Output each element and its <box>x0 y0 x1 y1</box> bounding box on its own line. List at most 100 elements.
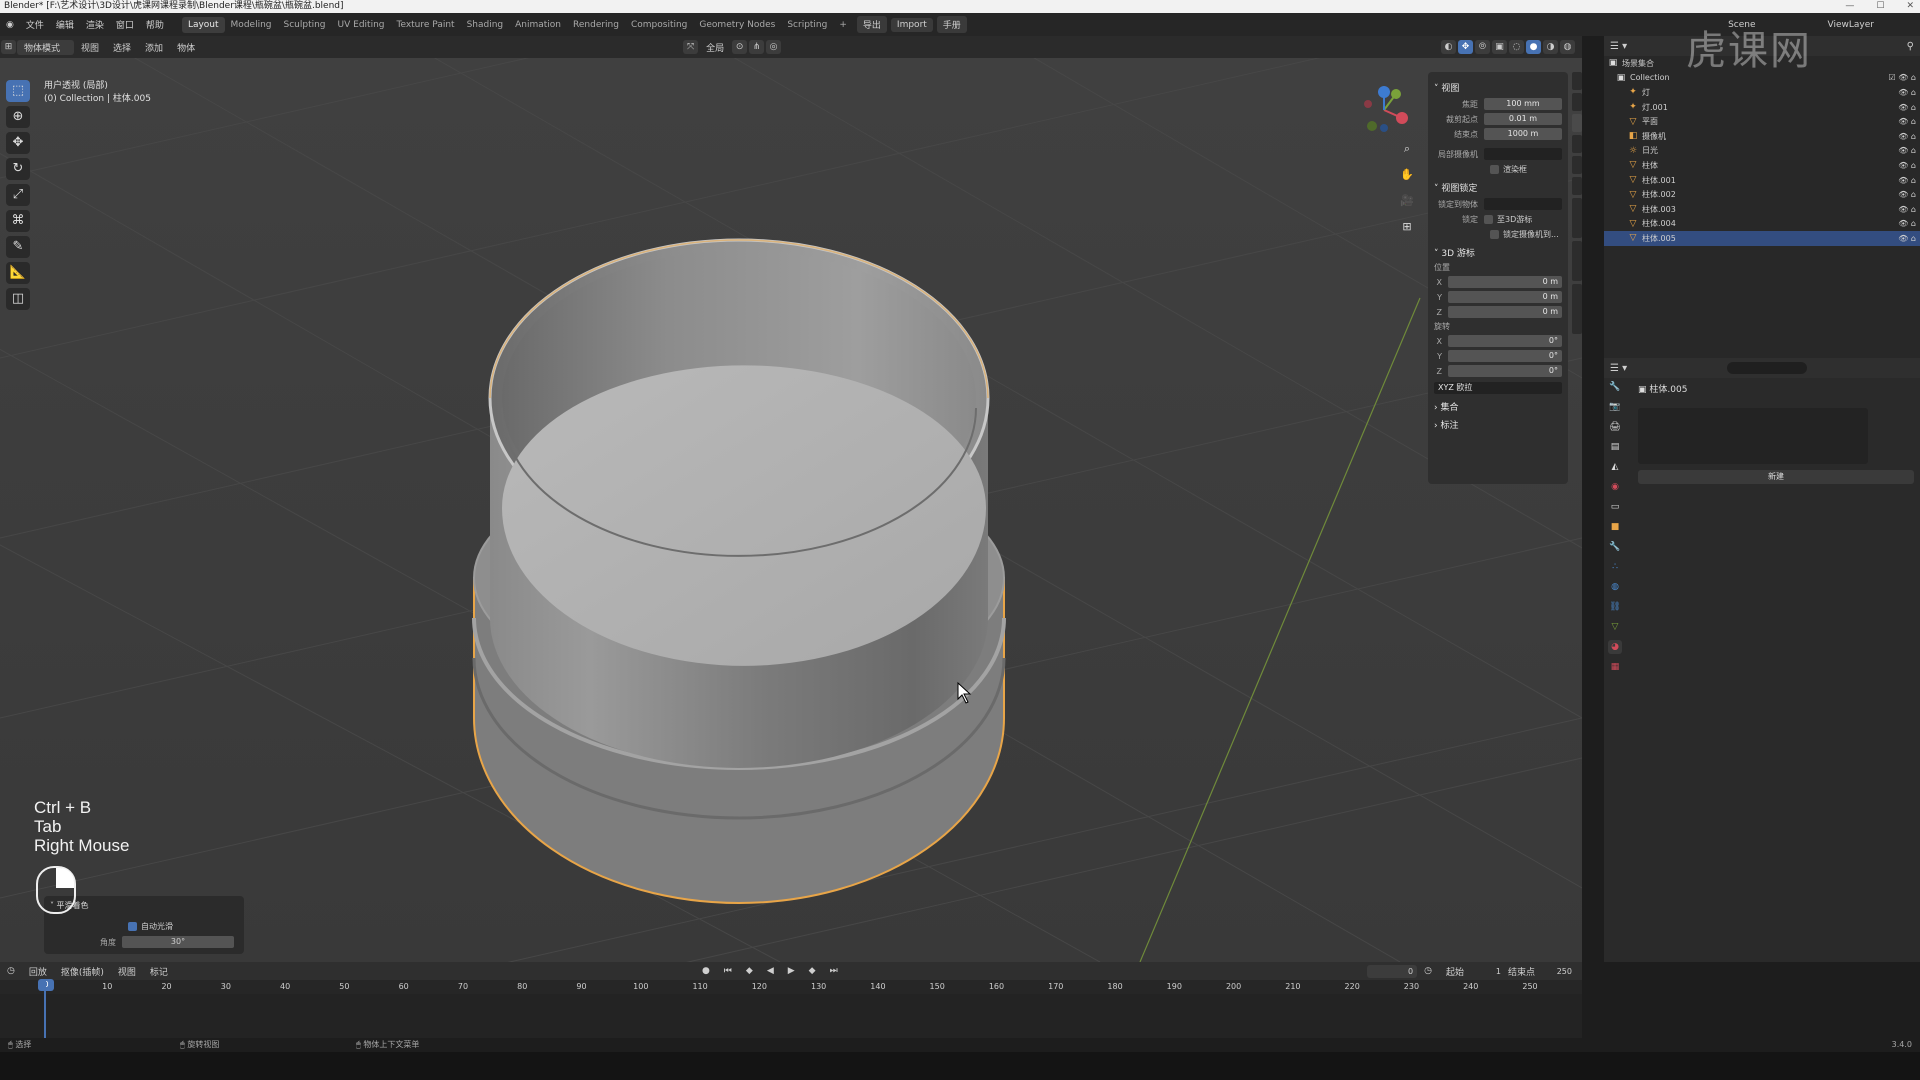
new-material-button[interactable]: 新建 <box>1638 470 1914 484</box>
outliner-item[interactable]: ◧ 摄像机 👁 ⌂ <box>1604 129 1920 144</box>
y-axis-icon[interactable] <box>1391 89 1401 99</box>
angle-field[interactable]: 30° <box>122 936 234 948</box>
menu-render[interactable]: 渲染 <box>80 18 110 31</box>
menu-keying[interactable]: 抠像(插帧) <box>54 965 111 978</box>
sidebar-tab-tool[interactable] <box>1572 93 1582 111</box>
maximize-icon[interactable]: ☐ <box>1876 0 1884 13</box>
physics-tab-icon[interactable]: ◍ <box>1608 580 1622 594</box>
neg-y-axis-icon[interactable] <box>1367 121 1377 131</box>
clip-start-field[interactable]: 0.01 m <box>1484 113 1562 125</box>
add-workspace-icon[interactable]: + <box>833 17 853 33</box>
tab-shading[interactable]: Shading <box>461 17 510 33</box>
transform-orientation-icon[interactable]: ⤧ <box>683 40 699 54</box>
gizmo-toggle-icon[interactable]: ✥ <box>1458 40 1473 54</box>
section-view-lock[interactable]: ˅ 视图锁定 <box>1434 181 1562 194</box>
cursor-rot-z[interactable]: 0° <box>1448 365 1562 377</box>
sidebar-tab-edit[interactable] <box>1572 135 1582 153</box>
eye-icon[interactable]: 👁 ⌂ <box>1898 205 1916 214</box>
section-3d-cursor[interactable]: ˅ 3D 游标 <box>1434 246 1562 259</box>
menu-playback[interactable]: 回放 <box>22 965 54 978</box>
grid-view-icon[interactable]: ⊞ <box>1398 218 1416 236</box>
z-axis-icon[interactable] <box>1378 86 1390 98</box>
cursor-loc-x[interactable]: 0 m <box>1448 276 1562 288</box>
material-slot-list[interactable] <box>1638 408 1868 464</box>
timeline-editor-icon[interactable]: ◷ <box>0 966 22 976</box>
jump-end-icon[interactable]: ⏭ <box>823 966 845 976</box>
eye-icon[interactable]: 👁 ⌂ <box>1898 219 1916 228</box>
texture-tab-icon[interactable]: ▦ <box>1608 660 1622 674</box>
menu-window[interactable]: 窗口 <box>110 18 140 31</box>
zoom-icon[interactable]: ⌕ <box>1398 140 1416 158</box>
world-tab-icon[interactable]: ◉ <box>1608 480 1622 494</box>
overlay-toggle-icon[interactable]: ⦾ <box>1475 40 1490 54</box>
menu-object[interactable]: 物体 <box>170 41 202 54</box>
menu-select[interactable]: 选择 <box>106 41 138 54</box>
current-frame-field[interactable]: 0 <box>1367 964 1418 978</box>
cylinder-object[interactable] <box>472 238 1006 904</box>
particles-tab-icon[interactable]: ∴ <box>1608 560 1622 574</box>
3d-viewport[interactable] <box>0 58 1582 962</box>
sidebar-tab-addon-3[interactable] <box>1572 198 1582 238</box>
outliner-item[interactable]: ▽ 柱体.003 👁 ⌂ <box>1604 202 1920 217</box>
transform-orientation-select[interactable]: 全局 <box>699 41 731 54</box>
play-reverse-icon[interactable]: ◀ <box>760 966 781 976</box>
focal-length-field[interactable]: 100 mm <box>1484 98 1562 110</box>
neg-z-axis-icon[interactable] <box>1380 124 1388 132</box>
scene-tab-icon[interactable]: ◭ <box>1608 460 1622 474</box>
menu-marker[interactable]: 标记 <box>143 965 175 978</box>
start-frame-field[interactable]: 1 <box>1471 967 1501 976</box>
play-icon[interactable]: ▶ <box>781 966 802 976</box>
tab-rendering[interactable]: Rendering <box>567 17 625 33</box>
eye-icon[interactable]: 👁 ⌂ <box>1898 190 1916 199</box>
clock-icon[interactable]: ◷ <box>1417 966 1439 976</box>
render-region-checkbox[interactable]: 渲染框 <box>1434 162 1562 176</box>
tab-scripting[interactable]: Scripting <box>781 17 833 33</box>
modifier-tab-icon[interactable]: 🔧 <box>1608 540 1622 554</box>
viewlayer-selector[interactable]: ViewLayer <box>1822 20 1880 30</box>
cursor-loc-y[interactable]: 0 m <box>1448 291 1562 303</box>
end-frame-field[interactable]: 250 <box>1542 967 1572 976</box>
section-collection[interactable]: › 集合 <box>1434 400 1562 413</box>
snap-icon[interactable]: ⋔ <box>749 40 765 54</box>
outliner-item[interactable]: ✦ 灯.001 👁 ⌂ <box>1604 100 1920 115</box>
tab-sculpting[interactable]: Sculpting <box>278 17 332 33</box>
output-tab-icon[interactable]: 🖨 <box>1608 420 1622 434</box>
outliner-item[interactable]: ▽ 平面 👁 ⌂ <box>1604 114 1920 129</box>
tab-geometry-nodes[interactable]: Geometry Nodes <box>693 17 781 33</box>
rotation-mode-select[interactable]: XYZ 欧拉 <box>1434 382 1562 394</box>
add-cube-icon[interactable]: ◫ <box>6 288 30 310</box>
navigation-gizmo[interactable] <box>1358 84 1410 136</box>
mode-selector[interactable]: 物体模式 <box>17 39 75 55</box>
shading-wireframe-icon[interactable]: ◌ <box>1509 40 1524 54</box>
outliner-filter-icon[interactable]: ⚲ <box>1907 41 1914 52</box>
outliner-editor-icon[interactable]: ☰ ▾ <box>1610 41 1627 52</box>
constraints-tab-icon[interactable]: ⛓ <box>1608 600 1622 614</box>
outliner-item[interactable]: ▽ 柱体 👁 ⌂ <box>1604 158 1920 173</box>
auto-smooth-checkbox[interactable]: 自动光滑 <box>44 921 244 932</box>
outliner-item[interactable]: ☼ 日光 👁 ⌂ <box>1604 144 1920 159</box>
record-icon[interactable]: ● <box>695 966 717 976</box>
playhead[interactable] <box>44 980 46 1042</box>
menu-add[interactable]: 添加 <box>138 41 170 54</box>
eye-icon[interactable]: ☑ 👁 ⌂ <box>1889 73 1917 82</box>
scale-icon[interactable]: ⤢ <box>6 184 30 206</box>
lock-camera-checkbox[interactable]: 锁定摄像机到... <box>1434 227 1562 241</box>
eye-icon[interactable]: 👁 ⌂ <box>1898 103 1916 112</box>
sidebar-tab-addon-4[interactable] <box>1572 241 1582 281</box>
local-camera-field[interactable] <box>1484 148 1562 160</box>
object-tab-icon[interactable]: ■ <box>1608 520 1622 534</box>
sidebar-tab-item[interactable] <box>1572 72 1582 90</box>
cursor-loc-z[interactable]: 0 m <box>1448 306 1562 318</box>
tab-layout[interactable]: Layout <box>181 16 225 33</box>
x-axis-icon[interactable] <box>1396 112 1408 124</box>
collection-tab-icon[interactable]: ▭ <box>1608 500 1622 514</box>
eye-icon[interactable]: 👁 ⌂ <box>1898 176 1916 185</box>
material-tab-icon[interactable]: ◕ <box>1608 640 1622 654</box>
render-tab-icon[interactable]: 📷 <box>1608 400 1622 414</box>
tool-tab-icon[interactable]: 🔧 <box>1608 380 1622 394</box>
eye-icon[interactable]: 👁 ⌂ <box>1898 117 1916 126</box>
lock-object-field[interactable] <box>1484 198 1562 210</box>
timeline-track[interactable] <box>0 994 1582 1042</box>
data-tab-icon[interactable]: ▽ <box>1608 620 1622 634</box>
annotate-icon[interactable]: ✎ <box>6 236 30 258</box>
